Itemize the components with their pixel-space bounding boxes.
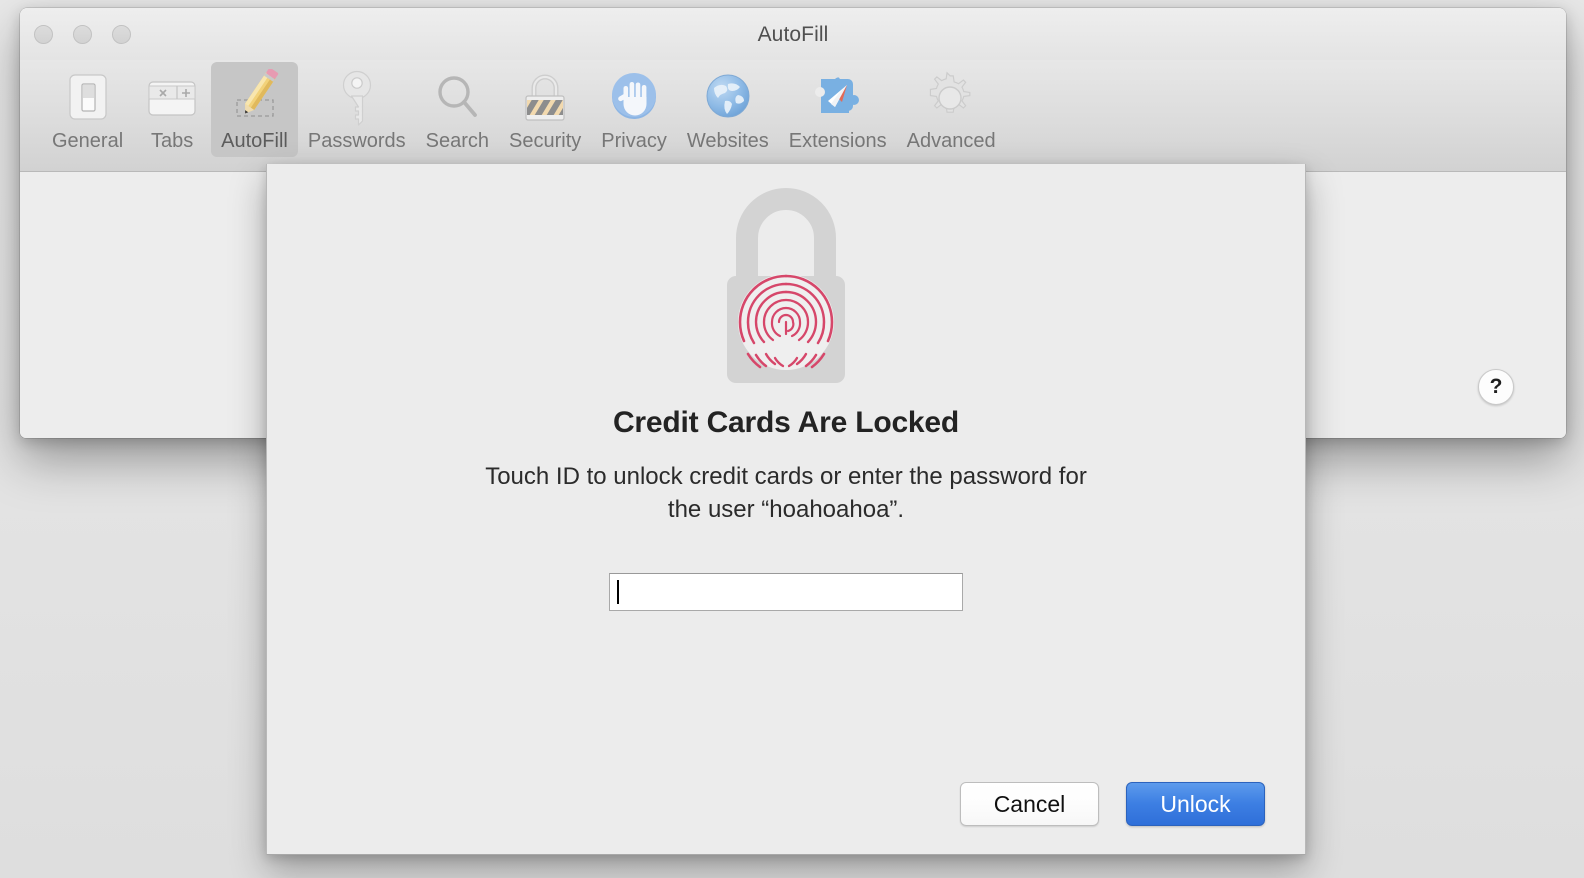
toolbar-label: Search bbox=[425, 130, 490, 152]
pencil-icon bbox=[226, 67, 284, 129]
toolbar-label: Security bbox=[509, 130, 582, 152]
toolbar-label: Websites bbox=[686, 130, 769, 152]
preferences-toolbar: General Tabs AutoFill Passwords Search S… bbox=[20, 60, 1566, 172]
password-input[interactable] bbox=[609, 573, 963, 611]
gear-icon bbox=[922, 67, 980, 129]
desktop-backdrop: AutoFill General Tabs AutoFill Passwords… bbox=[0, 0, 1584, 878]
help-button[interactable]: ? bbox=[1478, 369, 1514, 405]
password-row bbox=[609, 573, 963, 611]
toolbar-label: Passwords bbox=[307, 130, 406, 152]
sheet-title: Credit Cards Are Locked bbox=[612, 406, 960, 439]
toolbar-item-advanced[interactable]: Advanced bbox=[897, 62, 1006, 157]
toolbar-label: AutoFill bbox=[221, 130, 288, 152]
toolbar-item-security[interactable]: Security bbox=[499, 62, 591, 157]
window-titlebar: AutoFill bbox=[20, 8, 1566, 60]
globe-icon bbox=[699, 67, 757, 129]
hand-icon bbox=[605, 67, 663, 129]
toolbar-item-passwords[interactable]: Passwords bbox=[298, 62, 416, 157]
toolbar-label: Tabs bbox=[151, 130, 194, 152]
toolbar-item-extensions[interactable]: Extensions bbox=[779, 62, 897, 157]
magnifier-icon bbox=[428, 67, 486, 129]
padlock-icon bbox=[516, 67, 574, 129]
toolbar-item-websites[interactable]: Websites bbox=[677, 62, 779, 157]
text-caret bbox=[617, 580, 619, 604]
toolbar-item-general[interactable]: General bbox=[42, 62, 133, 157]
cancel-button[interactable]: Cancel bbox=[960, 782, 1099, 826]
toolbar-item-privacy[interactable]: Privacy bbox=[591, 62, 677, 157]
puzzle-compass-icon bbox=[809, 67, 867, 129]
tabs-icon bbox=[143, 67, 201, 129]
key-icon bbox=[328, 67, 386, 129]
toolbar-item-search[interactable]: Search bbox=[416, 62, 499, 157]
unlock-button[interactable]: Unlock bbox=[1126, 782, 1265, 826]
unlock-credit-cards-sheet: Credit Cards Are Locked Touch ID to unlo… bbox=[266, 164, 1306, 855]
sheet-message: Touch ID to unlock credit cards or enter… bbox=[485, 463, 1087, 523]
toolbar-label: Extensions bbox=[788, 130, 887, 152]
window-title: AutoFill bbox=[757, 23, 829, 46]
toolbar-item-autofill[interactable]: AutoFill bbox=[211, 62, 298, 157]
sheet-action-buttons: Cancel Unlock bbox=[960, 782, 1265, 826]
toolbar-label: General bbox=[52, 130, 124, 152]
toolbar-item-tabs[interactable]: Tabs bbox=[133, 62, 211, 157]
toolbar-label: Privacy bbox=[601, 130, 667, 152]
switch-icon bbox=[59, 67, 117, 129]
lock-with-touchid-icon bbox=[696, 176, 876, 392]
toolbar-label: Advanced bbox=[906, 130, 996, 152]
